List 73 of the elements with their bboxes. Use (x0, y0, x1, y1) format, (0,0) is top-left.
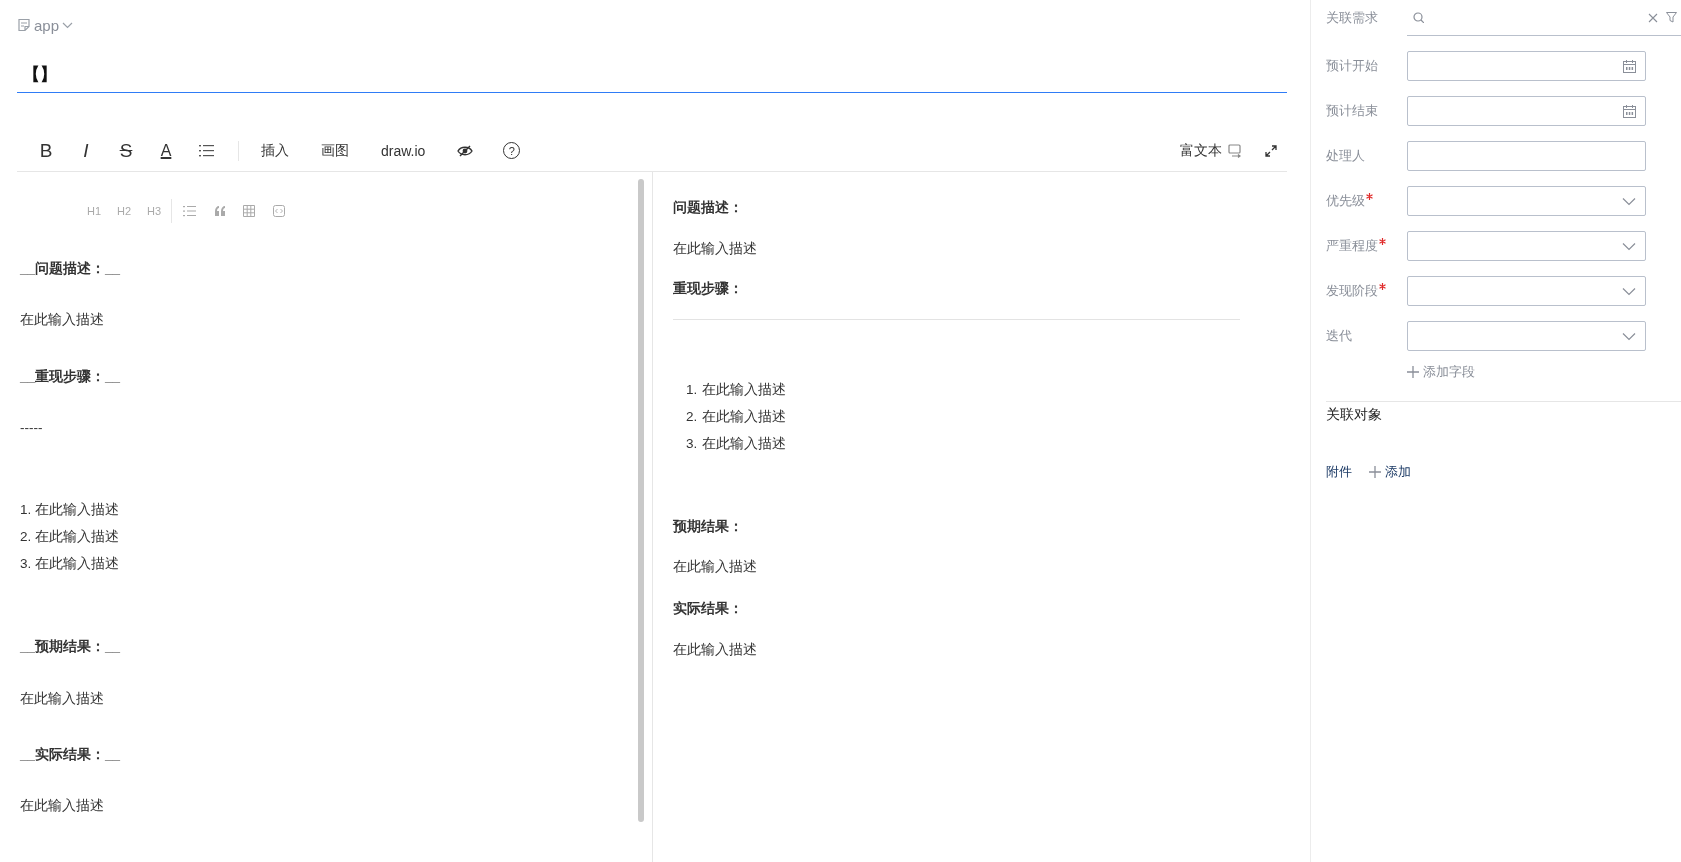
field-label: 关联需求 (1326, 9, 1378, 27)
calendar-icon (1623, 59, 1636, 73)
color-button[interactable]: A (146, 136, 186, 165)
field-label: 预计开始 (1326, 57, 1378, 75)
filter-icon (1666, 12, 1677, 23)
editor-line: __预期结果：__ (20, 638, 122, 656)
add-attachment-button[interactable]: 添加 (1369, 463, 1411, 481)
date-field[interactable] (1407, 96, 1646, 126)
date-field[interactable] (1407, 51, 1646, 81)
bold-button[interactable]: B (26, 136, 66, 165)
strike-button[interactable]: S (106, 136, 146, 165)
select-field[interactable] (1407, 186, 1646, 216)
close-icon (1648, 12, 1658, 23)
quote-icon (213, 205, 225, 217)
toolbar-button[interactable]: 插入 (251, 136, 299, 165)
editor-line: 在此输入描述 (20, 311, 105, 329)
chevron-down-icon (62, 21, 74, 29)
toolbar-button[interactable]: 画图 (311, 136, 359, 165)
italic-button[interactable]: I (66, 136, 106, 165)
document-icon (17, 18, 31, 32)
eye-icon (457, 143, 474, 158)
field-label: 发现阶段 (1326, 282, 1378, 300)
attachments-label: 附件 (1326, 463, 1352, 481)
plus-icon (1407, 366, 1419, 378)
editor-line: ----- (20, 419, 44, 437)
plus-icon (1369, 466, 1381, 478)
editor-line: 在此输入描述 (20, 690, 105, 708)
editor-line: __重现步骤：__ (20, 368, 122, 386)
section-title: 关联对象 (1326, 406, 1383, 424)
preview-heading: 实际结果： (673, 600, 744, 618)
preview-heading: 预期结果： (673, 518, 744, 536)
preview-paragraph: 在此输入描述 (673, 641, 758, 659)
select-field[interactable] (1407, 231, 1646, 261)
editor-line: 1. 在此输入描述 (20, 501, 120, 519)
field-label: 严重程度 (1326, 237, 1378, 255)
preview-paragraph: 在此输入描述 (673, 240, 758, 258)
preview-paragraph: 在此输入描述 (673, 558, 758, 576)
select-field[interactable] (1407, 321, 1646, 351)
switch-icon (1228, 143, 1241, 158)
table-icon (243, 205, 255, 217)
chevron-down-icon (1622, 241, 1636, 251)
editor-line: 3. 在此输入描述 (20, 555, 120, 573)
mode-switch-button[interactable]: 富文本 (1170, 136, 1251, 165)
list-item-text: 在此输入描述 (702, 381, 787, 399)
list-item-text: 在此输入描述 (702, 408, 787, 426)
calendar-icon (1623, 104, 1636, 118)
input-field[interactable] (1407, 141, 1646, 171)
list-icon (182, 205, 196, 217)
editor-line: 在此输入描述 (20, 797, 105, 815)
field-label: 优先级 (1326, 192, 1365, 210)
list-icon (198, 144, 214, 157)
chevron-down-icon (1622, 331, 1636, 341)
chevron-down-icon (1622, 196, 1636, 206)
scrollbar[interactable] (638, 179, 644, 822)
field-label: 处理人 (1326, 147, 1365, 165)
code-icon (273, 205, 285, 217)
field-label: 迭代 (1326, 327, 1352, 345)
preview-heading: 重现步骤： (673, 280, 744, 298)
list-number: 3. (686, 435, 698, 453)
chevron-down-icon (1622, 286, 1636, 296)
editor-line: 2. 在此输入描述 (20, 528, 120, 546)
editor-line: __实际结果：__ (20, 746, 122, 764)
expand-icon (1265, 144, 1277, 157)
select-field[interactable] (1407, 276, 1646, 306)
field-label: 预计结束 (1326, 102, 1378, 120)
search-icon (1413, 12, 1424, 23)
list-number: 2. (686, 408, 698, 426)
preview-heading: 问题描述： (673, 199, 744, 217)
title-field[interactable]: 【】 (17, 57, 1287, 93)
toolbar-button[interactable]: draw.io (371, 136, 436, 165)
list-item-text: 在此输入描述 (702, 435, 787, 453)
editor-line: __问题描述：__ (20, 260, 122, 278)
list-number: 1. (686, 381, 698, 399)
